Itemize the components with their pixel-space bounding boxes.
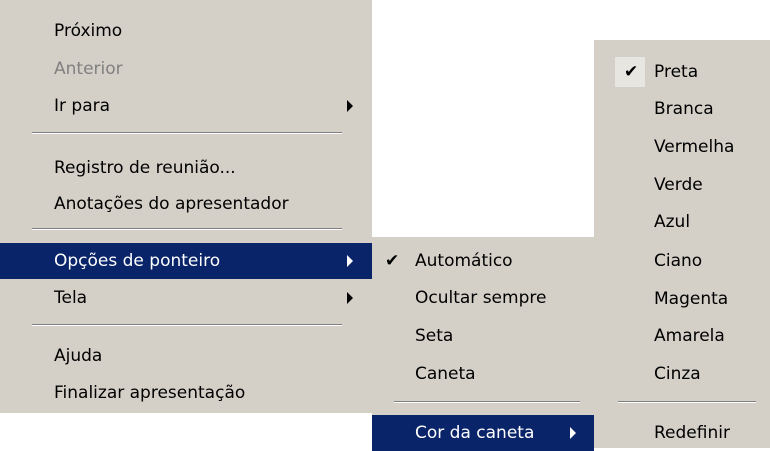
menu-separator	[394, 401, 580, 403]
menu-item-cor-da-caneta[interactable]: Cor da caneta	[372, 415, 594, 451]
menu-item-label: Anterior	[54, 59, 123, 79]
menu-item-opcoes-ponteiro[interactable]: Opções de ponteiro	[0, 243, 372, 279]
menu-item-label: Azul	[654, 212, 691, 232]
menu-item-label: Tela	[54, 288, 88, 308]
menu-item-label: Anotações do apresentador	[54, 194, 289, 214]
menu-item-branca[interactable]: Branca	[594, 91, 770, 127]
menu-item-label: Ciano	[654, 251, 703, 271]
menu-item-caneta[interactable]: Caneta	[372, 356, 594, 392]
pen-color-submenu: ✔ Preta Branca Vermelha Verde Azul Ciano…	[594, 40, 770, 448]
menu-separator	[32, 324, 342, 326]
menu-item-registro-reuniao[interactable]: Registro de reunião...	[0, 150, 372, 186]
menu-item-finalizar-apresentacao[interactable]: Finalizar apresentação	[0, 375, 372, 411]
menu-item-seta[interactable]: Seta	[372, 318, 594, 354]
menu-item-label: Automático	[415, 251, 513, 271]
menu-item-amarela[interactable]: Amarela	[594, 318, 770, 354]
check-icon: ✔	[385, 251, 400, 271]
menu-item-anotacoes-apresentador[interactable]: Anotações do apresentador	[0, 186, 372, 222]
menu-separator	[32, 228, 342, 230]
slideshow-context-menu: Próximo Anterior Ir para Registro de reu…	[0, 0, 372, 413]
menu-item-label: Amarela	[654, 326, 725, 346]
menu-item-ajuda[interactable]: Ajuda	[0, 338, 372, 374]
menu-separator	[618, 401, 756, 403]
menu-item-magenta[interactable]: Magenta	[594, 281, 770, 317]
menu-item-azul[interactable]: Azul	[594, 204, 770, 240]
menu-item-label: Cor da caneta	[415, 423, 535, 443]
menu-item-label: Branca	[654, 99, 714, 119]
menu-item-label: Verde	[654, 175, 703, 195]
submenu-arrow-icon	[570, 427, 576, 439]
menu-item-label: Registro de reunião...	[54, 158, 236, 178]
menu-item-label: Preta	[654, 62, 699, 82]
menu-item-verde[interactable]: Verde	[594, 167, 770, 203]
menu-item-label: Finalizar apresentação	[54, 383, 246, 403]
menu-item-automatico[interactable]: ✔ Automático	[372, 243, 594, 279]
menu-item-label: Caneta	[415, 364, 476, 384]
submenu-arrow-icon	[347, 292, 353, 304]
pointer-options-submenu: ✔ Automático Ocultar sempre Seta Caneta …	[372, 237, 594, 451]
menu-item-label: Redefinir	[654, 423, 730, 443]
menu-item-tela[interactable]: Tela	[0, 280, 372, 316]
menu-item-proximo[interactable]: Próximo	[0, 13, 372, 49]
menu-item-ir-para[interactable]: Ir para	[0, 88, 372, 124]
check-icon: ✔	[624, 62, 639, 82]
menu-separator	[32, 132, 342, 134]
menu-item-label: Magenta	[654, 289, 729, 309]
menu-item-vermelha[interactable]: Vermelha	[594, 129, 770, 165]
menu-item-ciano[interactable]: Ciano	[594, 243, 770, 279]
menu-item-anterior: Anterior	[0, 51, 372, 87]
menu-item-redefinir[interactable]: Redefinir	[594, 415, 770, 451]
submenu-arrow-icon	[347, 255, 353, 267]
menu-item-label: Vermelha	[654, 137, 735, 157]
menu-item-label: Ir para	[54, 96, 111, 116]
menu-item-label: Ajuda	[54, 346, 103, 366]
menu-item-preta[interactable]: ✔ Preta	[594, 54, 770, 90]
menu-item-ocultar-sempre[interactable]: Ocultar sempre	[372, 280, 594, 316]
menu-item-label: Cinza	[654, 364, 701, 384]
menu-item-label: Seta	[415, 326, 454, 346]
submenu-arrow-icon	[347, 100, 353, 112]
menu-item-label: Ocultar sempre	[415, 288, 547, 308]
menu-item-label: Opções de ponteiro	[54, 251, 221, 271]
menu-item-label: Próximo	[54, 21, 123, 41]
menu-item-cinza[interactable]: Cinza	[594, 356, 770, 392]
